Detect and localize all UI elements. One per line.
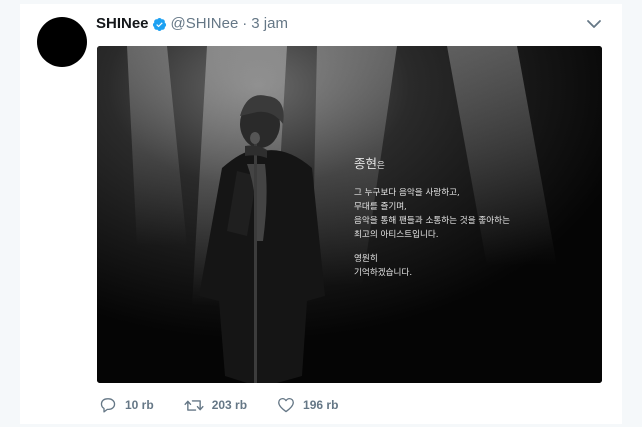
- reply-icon: [100, 398, 116, 413]
- chevron-down-icon[interactable]: [586, 18, 602, 30]
- tweet-header: SHINee @SHINee · 3 jam: [96, 15, 288, 33]
- tweet-actions: 10 rb 203 rb 196 rb: [99, 397, 368, 413]
- avatar[interactable]: [37, 17, 87, 67]
- message-closing-line: 기억하겠습니다.: [354, 268, 413, 278]
- retweet-icon: [184, 399, 204, 411]
- retweet-count: 203 rb: [211, 398, 248, 412]
- message-line: 최고의 아티스트입니다.: [354, 230, 439, 240]
- handle[interactable]: @SHINee: [171, 15, 239, 33]
- reply-button[interactable]: 10 rb: [99, 397, 154, 413]
- retweet-button[interactable]: 203 rb: [184, 398, 247, 413]
- tweet-card[interactable]: SHINee @SHINee · 3 jam 종현은 그 누구보다 음악을 사랑…: [20, 4, 622, 424]
- reply-count: 10 rb: [125, 398, 154, 412]
- heart-icon: [278, 397, 294, 413]
- message-line: 음악을 통해 팬들과 소통하는 것을 좋아하는: [354, 216, 510, 226]
- message-heading-name: 종현: [354, 156, 378, 171]
- message-heading-suffix: 은: [377, 161, 385, 171]
- tweet-media-image[interactable]: 종현은 그 누구보다 음악을 사랑하고, 무대를 즐기며, 음악을 통해 팬들과…: [97, 46, 602, 383]
- message-line: 그 누구보다 음악을 사랑하고,: [354, 188, 460, 198]
- display-name[interactable]: SHINee: [96, 15, 149, 33]
- verified-badge-icon: [152, 17, 167, 32]
- separator-dot: ·: [242, 15, 248, 32]
- memorial-message: 종현은 그 누구보다 음악을 사랑하고, 무대를 즐기며, 음악을 통해 팬들과…: [354, 153, 510, 280]
- message-heading: 종현은: [354, 153, 510, 172]
- message-line: 무대를 즐기며,: [354, 202, 407, 212]
- timestamp[interactable]: 3 jam: [251, 15, 288, 33]
- like-count: 196 rb: [303, 398, 339, 412]
- message-closing-line: 영원히: [354, 254, 378, 264]
- like-button[interactable]: 196 rb: [277, 397, 338, 413]
- concert-photo: [97, 46, 602, 383]
